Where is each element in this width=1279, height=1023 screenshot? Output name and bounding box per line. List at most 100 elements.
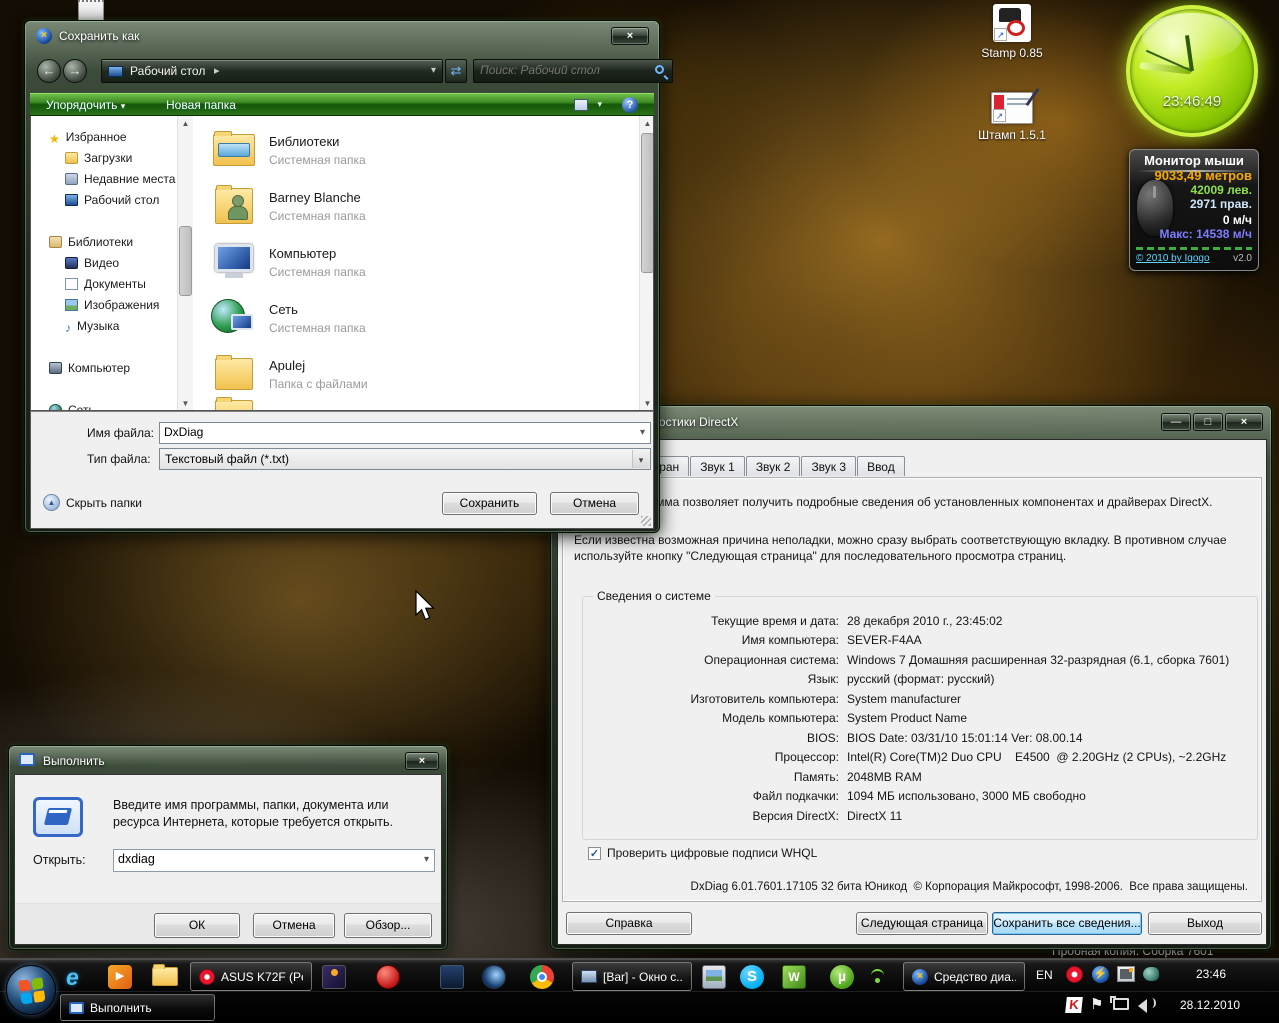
task-run[interactable]: Выполнить (60, 994, 215, 1021)
sidebar-item-pictures[interactable]: Изображения (65, 298, 159, 312)
scrollbar-thumb[interactable] (641, 133, 653, 273)
dropdown-icon[interactable]: ▾ (632, 450, 649, 468)
chrome-icon[interactable] (530, 965, 554, 989)
scroll-down-icon[interactable]: ▼ (178, 396, 193, 410)
app-icon[interactable] (376, 965, 400, 989)
media-player-icon[interactable]: ▶ (108, 965, 132, 989)
scroll-down-icon[interactable]: ▼ (640, 396, 653, 410)
search-input[interactable] (480, 63, 640, 77)
tray-date[interactable]: 28.12.2010 (1180, 998, 1240, 1012)
dropdown-icon[interactable]: ▾ (640, 427, 645, 438)
sidebar-item-computer[interactable]: Компьютер (49, 361, 130, 375)
open-combobox[interactable]: ▾ (113, 849, 435, 872)
tab-sound1[interactable]: Звук 1 (690, 456, 745, 476)
explorer-icon[interactable] (152, 964, 178, 986)
list-scrollbar[interactable]: ▲ ▼ (639, 116, 653, 410)
file-row-network[interactable]: Сеть Системная папка (193, 296, 633, 348)
daemon-tray-icon[interactable]: ⚡ (1092, 966, 1109, 983)
task-bar-window[interactable]: [Bar] - Окно с... (572, 962, 692, 991)
save-button[interactable]: Сохранить (442, 492, 537, 515)
start-button[interactable] (6, 965, 56, 1015)
tray-time[interactable]: 23:46 (1196, 967, 1226, 981)
whql-checkbox[interactable]: ✓ (588, 846, 601, 860)
views-icon[interactable] (574, 99, 588, 111)
tab-sound3[interactable]: Звук 3 (801, 456, 857, 476)
image-viewer-icon[interactable] (702, 965, 726, 989)
sidebar-item-videos[interactable]: Видео (65, 256, 119, 270)
dropdown-icon[interactable]: ▾ (424, 854, 429, 865)
forward-button[interactable]: → (63, 59, 87, 83)
daemon-tools-icon[interactable] (482, 965, 506, 989)
skype-icon[interactable]: S (740, 965, 764, 989)
scroll-up-icon[interactable]: ▲ (178, 116, 193, 131)
close-button[interactable]: × (405, 752, 439, 770)
file-type-combobox[interactable]: Текстовый файл (*.txt) ▾ (159, 448, 651, 470)
cancel-button[interactable]: Отмена (253, 913, 335, 938)
file-row-libraries[interactable]: Библиотеки Системная папка (193, 128, 633, 180)
maximize-button[interactable]: □ (1193, 413, 1223, 431)
back-button[interactable]: ← (37, 59, 61, 83)
document-icon[interactable] (78, 0, 104, 22)
help-button[interactable]: Справка (566, 912, 692, 935)
mouse-monitor-gadget[interactable]: Монитор мыши 9033,49 метров 42009 лев. 2… (1129, 149, 1259, 271)
sidebar-scrollbar[interactable]: ▲ ▼ (177, 116, 193, 410)
scrollbar-thumb[interactable] (179, 226, 192, 296)
resize-grip[interactable] (641, 516, 651, 526)
task-asus[interactable]: ASUS K72F (Pe... (190, 962, 312, 991)
app-icon[interactable] (322, 965, 346, 989)
help-icon[interactable]: ? (622, 97, 638, 113)
exit-button[interactable]: Выход (1148, 912, 1262, 935)
browse-button[interactable]: Обзор... (344, 913, 432, 938)
task-dxdiag[interactable]: × Средство диа... (903, 962, 1025, 991)
desktop-icon-shtamp[interactable]: ↗ Штамп 1.5.1 (972, 87, 1052, 142)
image-tray-icon[interactable] (1117, 966, 1135, 982)
close-button[interactable]: × (611, 27, 649, 45)
search-box[interactable] (473, 59, 673, 83)
scroll-up-icon[interactable]: ▲ (640, 116, 653, 131)
opera-tray-icon[interactable] (1066, 966, 1083, 983)
kaspersky-icon[interactable]: K (1065, 997, 1083, 1013)
sidebar-item-recent[interactable]: Недавние места (65, 172, 175, 186)
save-all-button[interactable]: Сохранить все сведения... (992, 912, 1142, 935)
action-center-flag-icon[interactable]: ⚑ (1090, 995, 1103, 1013)
utorrent-icon[interactable]: µ (830, 965, 854, 989)
file-row-computer[interactable]: Компьютер Системная папка (193, 240, 633, 292)
language-indicator[interactable]: EN (1036, 968, 1053, 982)
network-tray-icon[interactable] (1110, 996, 1129, 1010)
views-dropdown-icon[interactable]: ▾ (597, 99, 602, 110)
open-input[interactable] (118, 852, 408, 866)
file-name-input[interactable] (164, 425, 614, 439)
desktop-icon-stamp[interactable]: ↗ Stamp 0.85 (972, 4, 1052, 60)
cancel-button[interactable]: Отмена (550, 492, 639, 515)
app-icon[interactable] (440, 965, 464, 989)
sidebar-item-downloads[interactable]: Загрузки (65, 151, 132, 165)
volume-icon[interactable] (1138, 996, 1156, 1013)
crumb-arrow-icon[interactable]: ▸ (214, 64, 220, 77)
internet-explorer-icon[interactable]: e (66, 964, 90, 990)
tab-input[interactable]: Ввод (857, 456, 905, 476)
organize-menu[interactable]: Упорядочить ▾ (46, 98, 125, 112)
file-name-combobox[interactable]: ▾ (159, 422, 651, 444)
copyright-link[interactable]: © 2010 by Igogo (1136, 253, 1210, 264)
new-folder-button[interactable]: Новая папка (166, 98, 236, 112)
file-row-apulej[interactable]: Apulej Папка с файлами (193, 352, 633, 404)
hide-folders-button[interactable]: ▲ Скрыть папки (43, 494, 142, 511)
fish-tray-icon[interactable] (1143, 967, 1159, 981)
sidebar-item-network[interactable]: Сеть (49, 403, 95, 410)
tab-sound2[interactable]: Звук 2 (745, 456, 801, 476)
next-page-button[interactable]: Следующая страница (856, 912, 988, 935)
file-row-user[interactable]: Barney Blanche Системная папка (193, 184, 633, 236)
refresh-button[interactable]: ⇄ (445, 59, 467, 83)
wifi-icon[interactable] (869, 969, 887, 983)
clock-gadget[interactable]: 23:46:49 (1126, 5, 1258, 137)
sidebar-item-desktop[interactable]: Рабочий стол (65, 193, 159, 207)
search-icon[interactable] (655, 65, 664, 74)
sidebar-item-favorites[interactable]: ★ Избранное (49, 130, 127, 146)
sidebar-item-libraries[interactable]: Библиотеки (49, 235, 133, 249)
address-bar[interactable]: Рабочий стол ▸ ▾ (101, 59, 443, 83)
close-button[interactable]: × (1225, 413, 1263, 431)
sidebar-item-music[interactable]: ♪ Музыка (65, 319, 119, 335)
ok-button[interactable]: ОК (154, 913, 240, 938)
minimize-button[interactable]: — (1161, 413, 1191, 431)
sidebar-item-documents[interactable]: Документы (65, 277, 146, 291)
